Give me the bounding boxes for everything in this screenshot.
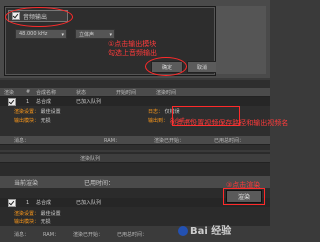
elapsed-label: 已用时间：	[84, 179, 115, 187]
annotation-step-1: ①点击输出模块 勾选上音频输出	[108, 40, 178, 58]
chevron-down-icon: ▾	[61, 32, 64, 38]
row-status: 已加入队列	[76, 99, 102, 105]
queue-ram-label: RAM：	[104, 137, 121, 144]
render-settings-label: 渲染设置：	[14, 109, 40, 115]
watermark-text: Bai 经验	[190, 226, 232, 237]
audio-sample-rate-value: 48.000 kHz	[19, 31, 48, 37]
highlight-box-render	[223, 188, 265, 205]
dialog-background-area	[216, 6, 266, 74]
total-time-label: 已用总时间：	[117, 231, 148, 238]
output-module-dialog-panel: 音频输出 48.000 kHz ▾ 立体声 ▾ 确定 取消 ①点击输出模块 勾选…	[0, 0, 270, 78]
render-settings-value[interactable]: 最佳设置	[41, 211, 61, 217]
render-settings-value[interactable]: 最佳设置	[41, 109, 61, 115]
output-module-value[interactable]: 无损	[41, 219, 51, 225]
output-module-row: 输出模块： 无损	[14, 218, 51, 225]
queue-renders-started-label: 渲染已开始：	[154, 137, 185, 144]
col-number: #	[26, 89, 31, 95]
log-label: 日志：	[148, 109, 164, 115]
render-checkbox[interactable]	[8, 198, 16, 207]
render-settings-label: 渲染设置：	[14, 211, 40, 217]
highlight-circle-audio	[5, 7, 73, 27]
output-module-label: 输出模块：	[14, 219, 40, 225]
col-render-time: 渲染时间	[156, 89, 177, 96]
renders-started-label: 渲染已开始：	[73, 231, 104, 238]
cancel-button[interactable]: 取消	[187, 61, 217, 73]
message-label: 消息：	[14, 231, 30, 238]
ram-label: RAM：	[43, 231, 60, 238]
output-module-label: 输出模块：	[14, 118, 40, 124]
render-queue-panel: 渲染 # 合成名称 状态 开始时间 渲染时间 1 总合成 已加入队列 渲染设置：…	[0, 80, 270, 150]
baidu-paw-icon	[178, 226, 188, 236]
audio-channel-value: 立体声	[79, 31, 95, 38]
highlight-circle-ok	[145, 57, 187, 76]
queue-row[interactable]: 1 总合成 已加入队列	[0, 97, 270, 106]
row-status: 已加入队列	[76, 200, 102, 206]
audio-sample-rate-select[interactable]: 48.000 kHz ▾	[15, 29, 67, 39]
row-comp-name: 总合成	[36, 99, 52, 105]
output-module-value[interactable]: 无损	[41, 118, 51, 124]
annotation-1-line1: ①点击输出模块	[108, 40, 157, 48]
chevron-down-icon: ▾	[109, 32, 112, 38]
queue-column-header: 渲染 # 合成名称 状态 开始时间 渲染时间	[0, 88, 270, 97]
queue-message-label: 消息：	[14, 137, 30, 144]
current-render-label: 当前渲染	[14, 179, 39, 187]
row-comp-name: 总合成	[36, 200, 52, 206]
queue-total-time-label: 已用总时间：	[214, 137, 245, 144]
col-status: 状态	[76, 89, 87, 96]
col-comp-name: 合成名称	[36, 89, 57, 96]
render-settings-row: 渲染设置： 最佳设置	[14, 210, 61, 217]
render-tab-bar: 渲染队列	[0, 154, 270, 163]
status-strip: 消息： RAM： 渲染已开始： 已用总时间：	[0, 136, 270, 145]
annotation-step-2: ②点击设置视频保存路径和输出视频名	[170, 119, 289, 127]
output-to-label: 输出到：	[148, 118, 169, 124]
row-number: 1	[26, 98, 30, 105]
render-settings-row: 渲染设置： 最佳设置	[14, 108, 61, 115]
render-queue-tab[interactable]: 渲染队列	[0, 155, 100, 162]
row-number: 1	[26, 199, 30, 206]
audio-channel-select[interactable]: 立体声 ▾	[75, 29, 115, 39]
render-checkbox[interactable]	[8, 97, 16, 106]
annotation-1-line2: 勾选上音频输出	[108, 49, 157, 57]
col-render: 渲染	[4, 89, 15, 96]
col-start-time: 开始时间	[116, 89, 137, 96]
output-module-row: 输出模块： 无损	[14, 117, 51, 124]
baidu-jingyan-watermark: Bai 经验	[178, 222, 231, 237]
